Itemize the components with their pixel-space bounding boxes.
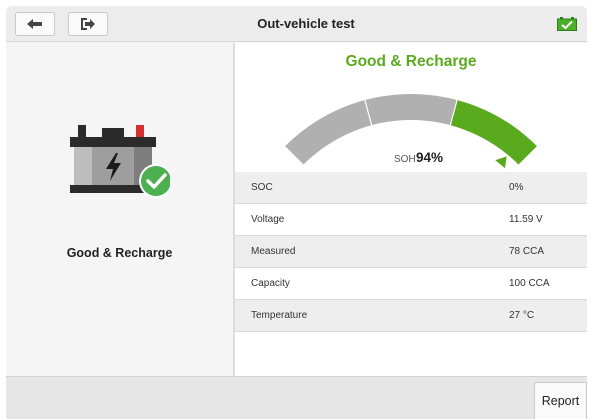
measurement-table: SOC 0% Voltage 11.59 V Measured 78 CCA C… [235, 172, 587, 332]
bottom-bar: Report [6, 376, 587, 419]
result-panel: Good & Recharge SOH 94% SOC 0% Voltage 1… [235, 43, 587, 376]
table-row: SOC 0% [235, 172, 587, 204]
battery-ok-icon [557, 17, 577, 36]
battery-check-icon [70, 125, 173, 206]
battery-status-label: Good & Recharge [66, 246, 173, 260]
row-value: 11.59 V [509, 214, 543, 225]
row-label: SOC [251, 182, 273, 193]
row-value: 0% [509, 182, 524, 193]
table-row: Measured 78 CCA [235, 236, 587, 268]
app-window: Out-vehicle test Good & Recharge Good & … [6, 6, 587, 419]
gauge-fill [450, 100, 537, 165]
row-label: Temperature [251, 310, 308, 321]
back-arrow-icon [27, 19, 42, 29]
table-row: Capacity 100 CCA [235, 268, 587, 300]
row-value: 100 CCA [509, 278, 550, 289]
back-button[interactable] [15, 12, 55, 36]
row-label: Voltage [251, 214, 285, 225]
row-label: Measured [251, 246, 296, 257]
soh-label: SOH [394, 154, 416, 165]
soh-value: 94% [416, 150, 444, 165]
page-title: Out-vehicle test [257, 16, 355, 31]
table-row: Voltage 11.59 V [235, 204, 587, 236]
gauge-pointer [495, 156, 507, 169]
exit-icon [81, 18, 95, 30]
row-label: Capacity [251, 278, 290, 289]
top-bar: Out-vehicle test [6, 6, 587, 42]
row-value: 27 °C [509, 310, 535, 321]
battery-summary-panel: Good & Recharge [6, 43, 233, 376]
exit-button[interactable] [68, 12, 108, 36]
table-row: Temperature 27 °C [235, 300, 587, 332]
report-button[interactable]: Report [534, 382, 587, 419]
row-value: 78 CCA [509, 246, 545, 257]
